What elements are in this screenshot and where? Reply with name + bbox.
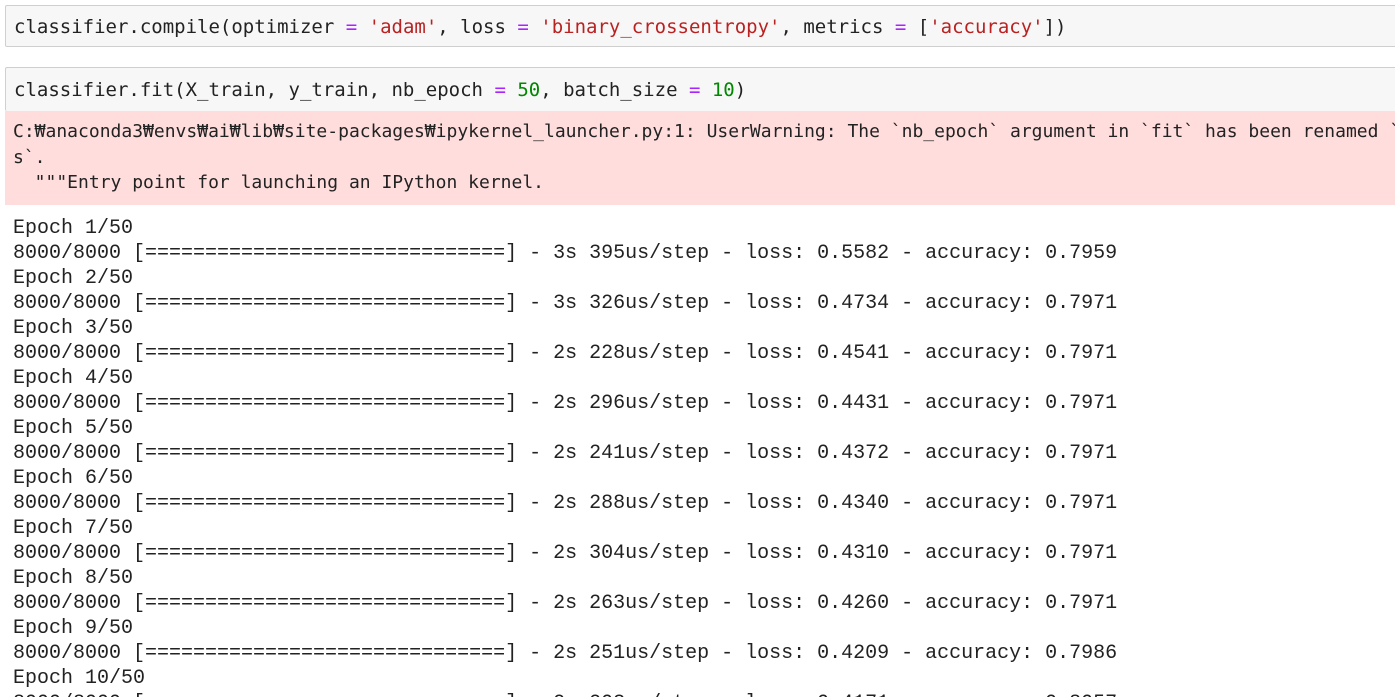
epoch-progress-line: 8000/8000 [=============================… — [13, 592, 1118, 615]
epoch-header: Epoch 6/50 — [13, 467, 134, 490]
epoch-progress-line: 8000/8000 [=============================… — [13, 392, 1118, 415]
epoch-header: Epoch 10/50 — [13, 667, 146, 690]
epoch-header: Epoch 5/50 — [13, 417, 134, 440]
code-token: ]) — [1043, 16, 1067, 38]
code-token: = — [345, 16, 358, 38]
code-cell-compile[interactable]: classifier.compile(optimizer = 'adam', l… — [5, 5, 1395, 47]
code-token: 'accuracy' — [929, 16, 1044, 38]
epoch-header: Epoch 4/50 — [13, 367, 134, 390]
code-token: = — [517, 16, 529, 38]
stderr-line: """Entry point for launching an IPython … — [13, 172, 545, 193]
notebook: classifier.compile(optimizer = 'adam', l… — [0, 0, 1395, 697]
epoch-progress-line: 8000/8000 [=============================… — [13, 642, 1118, 665]
code-token: 50 — [517, 79, 541, 101]
epoch-header: Epoch 1/50 — [13, 217, 134, 240]
epoch-header: Epoch 3/50 — [13, 317, 134, 340]
stderr-line: C:₩anaconda3₩envs₩ai₩lib₩site-packages₩i… — [13, 121, 1395, 142]
code-token: 'adam' — [368, 16, 438, 38]
code-token: = — [688, 79, 701, 101]
epoch-progress-line: 8000/8000 [=============================… — [13, 691, 1393, 697]
code-token: 'binary_crossentropy' — [540, 16, 781, 38]
code-token: , metrics — [780, 16, 895, 38]
stderr-output: C:₩anaconda3₩envs₩ai₩lib₩site-packages₩i… — [5, 111, 1395, 205]
epoch-progress-line: 8000/8000 [=============================… — [13, 542, 1118, 565]
code-token: , batch_size — [540, 79, 689, 101]
code-token: ) — [734, 79, 747, 101]
epoch-header: Epoch 8/50 — [13, 567, 134, 590]
epoch-progress-line: 8000/8000 [=============================… — [13, 292, 1118, 315]
code-token: , loss — [437, 16, 518, 38]
code-token: [ — [906, 16, 930, 38]
code-token: 10 — [711, 79, 735, 101]
code-token: = — [894, 16, 907, 38]
epoch-progress-line: 8000/8000 [=============================… — [13, 342, 1118, 365]
code-cell-fit[interactable]: classifier.fit(X_train, y_train, nb_epoc… — [5, 67, 1395, 111]
code-token: classifier.compile(optimizer — [14, 16, 346, 38]
code-token: = — [494, 79, 506, 101]
stdout-output: Epoch 1/50 8000/8000 [===================… — [13, 216, 1393, 697]
code-token: classifier.fit(X_train, y_train, nb_epoc… — [14, 79, 495, 101]
code-line-fit[interactable]: classifier.fit(X_train, y_train, nb_epoc… — [14, 78, 746, 102]
epoch-progress-line: 8000/8000 [=============================… — [13, 492, 1118, 515]
stderr-line: s`. — [13, 147, 46, 168]
epoch-header: Epoch 7/50 — [13, 517, 134, 540]
epoch-header: Epoch 9/50 — [13, 617, 134, 640]
code-line-compile[interactable]: classifier.compile(optimizer = 'adam', l… — [14, 15, 1067, 39]
epoch-progress-line: 8000/8000 [=============================… — [13, 242, 1118, 265]
epoch-header: Epoch 2/50 — [13, 267, 134, 290]
epoch-progress-line: 8000/8000 [=============================… — [13, 442, 1118, 465]
